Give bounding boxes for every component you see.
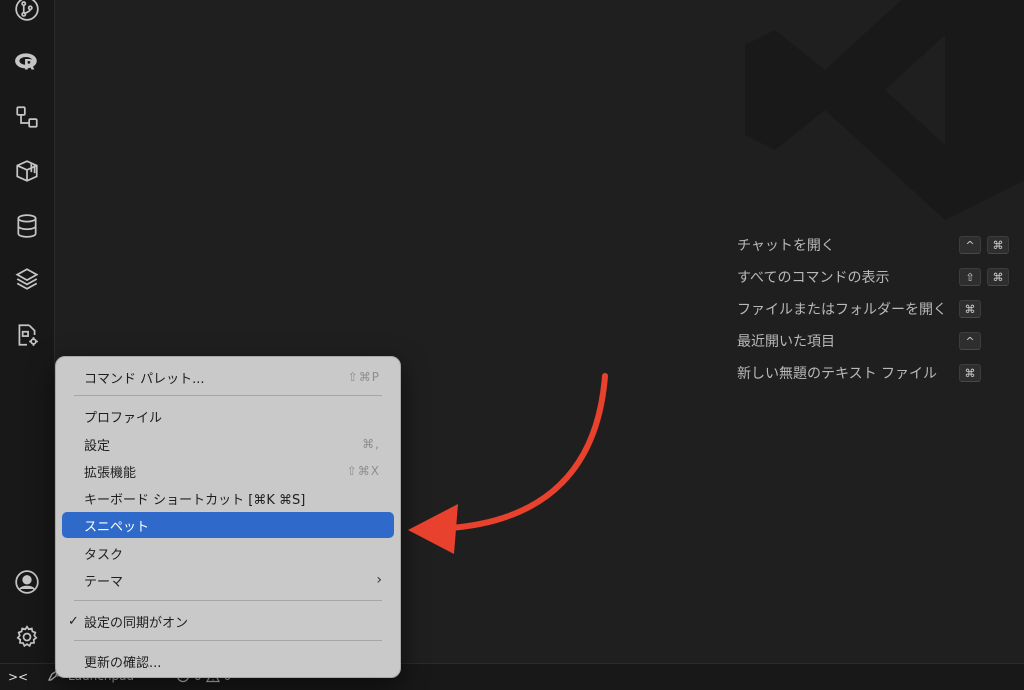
menu-shortcut: ⇧⌘X [346,464,380,478]
database-icon[interactable] [12,211,42,241]
menu-item-extensions[interactable]: 拡張機能 ⇧⌘X [62,458,394,484]
svg-text:R: R [24,58,35,74]
menu-item-settings[interactable]: 設定 ⌘, [62,431,394,457]
menu-separator [74,640,382,641]
remote-explorer-icon[interactable] [12,102,42,132]
r-language-icon[interactable]: R [12,47,42,77]
remote-icon: >< [7,670,29,684]
welcome-shortcuts: チャットを開く ^ ⌘ すべてのコマンドの表示 ⇧ ⌘ ファイルまたはフォルダーを開… [737,236,1024,396]
shortcut-label: 新しい無題のテキスト ファイル [737,366,938,382]
key-cap: ⌘ [987,236,1009,254]
key-cap: ⌘ [959,364,981,382]
shortcut-label: ファイルまたはフォルダーを開く [737,302,947,318]
gear-file-icon[interactable] [12,320,42,350]
activity-bar: R [0,0,55,664]
shortcut-label: 最近開いた項目 [737,334,835,350]
key-cap: ⌘ [959,300,981,318]
key-cap: ^ [959,332,981,350]
submenu-chevron-icon: › [376,572,382,588]
shortcut-show-all-commands[interactable]: すべてのコマンドの表示 ⇧ ⌘ [737,268,1024,288]
account-icon[interactable] [12,567,42,597]
shortcut-label: すべてのコマンドの表示 [737,270,890,286]
key-cap: ^ [959,236,981,254]
shortcut-open-file-folder[interactable]: ファイルまたはフォルダーを開く ⌘ [737,300,1024,320]
source-control-icon[interactable] [12,0,42,24]
annotation-arrow [408,373,608,554]
manage-gear-icon[interactable] [12,622,42,652]
menu-shortcut: ⌘, [362,437,380,451]
menu-item-theme[interactable]: テーマ › [62,567,394,593]
menu-item-settings-sync[interactable]: ✓ 設定の同期がオン [62,608,394,634]
menu-item-tasks[interactable]: タスク [62,540,394,566]
key-cap: ⌘ [987,268,1009,286]
vscode-logo-watermark [745,0,1024,220]
menu-separator [74,395,382,396]
menu-item-profile[interactable]: プロファイル [62,403,394,429]
remote-indicator-button[interactable]: >< [0,664,36,690]
extensions-box-icon[interactable] [12,156,42,186]
shortcut-new-untitled-file[interactable]: 新しい無題のテキスト ファイル ⌘ [737,364,1024,384]
manage-context-menu: コマンド パレット... ⇧⌘P プロファイル 設定 ⌘, 拡張機能 ⇧⌘X キ… [55,356,401,678]
shortcut-open-chat[interactable]: チャットを開く ^ ⌘ [737,236,1024,256]
shortcut-recent-items[interactable]: 最近開いた項目 ^ [737,332,1024,352]
layers-icon[interactable] [12,264,42,294]
menu-item-command-palette[interactable]: コマンド パレット... ⇧⌘P [62,364,394,390]
key-cap: ⇧ [959,268,981,286]
checkmark-icon: ✓ [68,613,79,629]
menu-item-snippets[interactable]: スニペット [62,512,394,538]
menu-shortcut: ⇧⌘P [347,370,380,384]
shortcut-label: チャットを開く [737,238,835,254]
menu-item-check-updates[interactable]: 更新の確認... [62,648,394,674]
menu-separator [74,600,382,601]
menu-item-keyboard-shortcuts[interactable]: キーボード ショートカット [⌘K ⌘S] [62,485,394,511]
